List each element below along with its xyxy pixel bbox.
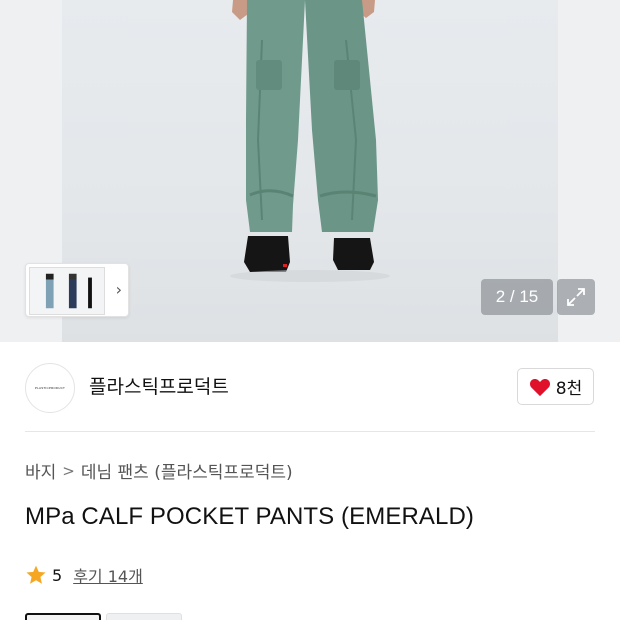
rating-row: 5 후기 14개: [25, 563, 143, 587]
brand-row: PLASTICPRODUCT 플라스틱프로덕트 8천: [0, 342, 620, 430]
star-icon: [26, 565, 46, 584]
color-option-selected[interactable]: [25, 613, 101, 620]
brand-name-link[interactable]: 플라스틱프로덕트: [89, 372, 229, 399]
breadcrumb-item-pants[interactable]: 바지: [25, 458, 56, 483]
thumbnail-strip[interactable]: ›: [25, 263, 129, 317]
like-count: 8천: [555, 379, 583, 399]
expand-arrows-icon: [567, 288, 585, 306]
rating-score: 5: [52, 565, 63, 585]
breadcrumb-separator-icon: >: [62, 461, 75, 480]
like-button[interactable]: 8천: [517, 368, 594, 405]
image-counter: 2 / 15: [481, 279, 553, 315]
product-image-gallery[interactable]: › 2 / 15: [0, 0, 620, 342]
color-option[interactable]: [106, 613, 182, 620]
brand-logo-text: PLASTICPRODUCT: [34, 386, 66, 390]
breadcrumb-item-denim-pants[interactable]: 데님 팬츠 (플라스틱프로덕트): [81, 458, 293, 483]
brand-logo[interactable]: PLASTICPRODUCT: [25, 363, 75, 413]
breadcrumb: 바지 > 데님 팬츠 (플라스틱프로덕트): [25, 458, 293, 484]
product-title: MPa CALF POCKET PANTS (EMERALD): [25, 503, 474, 530]
thumbnail-next-icon[interactable]: ›: [116, 280, 122, 299]
section-divider: [25, 431, 595, 432]
expand-button[interactable]: [557, 279, 595, 315]
review-count-link[interactable]: 후기 14개: [73, 563, 143, 587]
heart-icon: [529, 378, 550, 396]
thumbnail-image[interactable]: [29, 267, 105, 315]
